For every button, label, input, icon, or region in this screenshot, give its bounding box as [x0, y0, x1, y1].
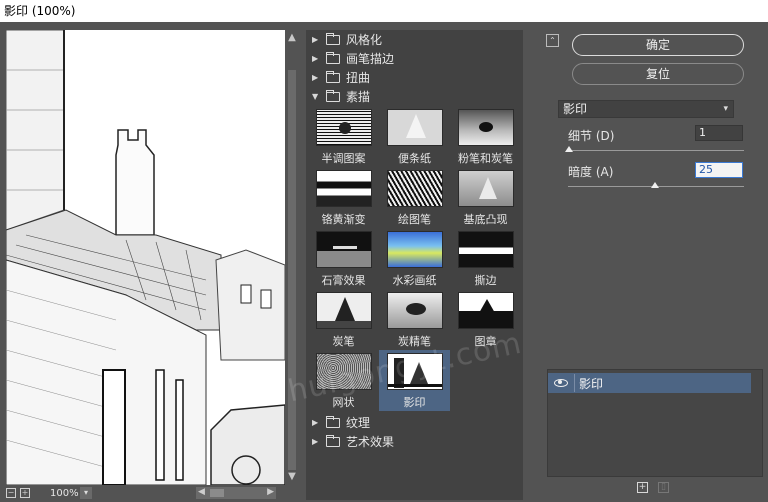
category-label: 风格化: [346, 33, 383, 47]
filter-gallery: ▶ 风格化 ▶ 画笔描边 ▶ 扭曲 ▼ 素描 半调图案 便条纸 粉笔和炭笔 铬黄…: [306, 30, 523, 500]
effect-layer-name: 影印: [579, 376, 604, 391]
category-stylize[interactable]: ▶ 风格化: [306, 30, 523, 49]
thumbnail-label: 石膏效果: [321, 274, 366, 287]
scroll-right-icon[interactable]: ▶: [267, 487, 274, 497]
filter-halftone-pattern[interactable]: 半调图案: [308, 106, 379, 167]
filter-bas-relief[interactable]: 基底凸现: [450, 167, 521, 228]
folder-icon: [326, 434, 340, 447]
filter-select-value: 影印: [563, 102, 588, 116]
thumbnail-label: 铬黄渐变: [321, 213, 366, 226]
detail-input[interactable]: 1: [695, 125, 743, 141]
trash-icon[interactable]: ▯: [658, 482, 669, 493]
folder-icon: [326, 51, 340, 64]
expanded-triangle-icon: ▼: [312, 92, 319, 101]
thumbnail-label: 半调图案: [321, 152, 366, 165]
thumbnail-image: [315, 170, 372, 207]
category-artistic[interactable]: ▶ 艺术效果: [306, 432, 523, 451]
thumbnail-image: [315, 231, 372, 268]
category-texture[interactable]: ▶ 纹理: [306, 413, 523, 432]
eye-icon[interactable]: [554, 379, 568, 387]
thumbnail-image: [386, 292, 443, 329]
new-effect-layer-icon[interactable]: +: [637, 482, 648, 493]
scroll-down-icon[interactable]: ▼: [287, 471, 297, 483]
darkness-input[interactable]: 25: [695, 162, 743, 178]
scroll-left-icon[interactable]: ◀: [198, 487, 205, 497]
detail-label: 细节 (D): [568, 129, 615, 143]
preview-canvas[interactable]: [6, 30, 285, 485]
zoom-level: 100%: [50, 487, 79, 499]
gallery-scrollbar[interactable]: [523, 30, 533, 500]
window-title: 影印 (100%): [0, 0, 768, 22]
scroll-thumb[interactable]: [288, 70, 296, 470]
collapsed-triangle-icon: ▶: [312, 418, 319, 427]
zoom-in-icon[interactable]: +: [20, 488, 30, 498]
thumbnail-label: 水彩画纸: [392, 274, 437, 287]
folder-icon: [326, 32, 340, 45]
darkness-label: 暗度 (A): [568, 165, 614, 179]
filter-select[interactable]: 影印 ▾: [558, 100, 734, 118]
reset-button[interactable]: 复位: [572, 63, 744, 85]
filter-chrome[interactable]: 铬黄渐变: [308, 167, 379, 228]
darkness-slider-knob[interactable]: [651, 182, 659, 188]
category-brush-strokes[interactable]: ▶ 画笔描边: [306, 49, 523, 68]
detail-slider-track[interactable]: [568, 150, 744, 151]
folder-icon: [326, 70, 340, 83]
horizontal-scroll-thumb[interactable]: [210, 489, 224, 497]
thumbnail-image: [457, 170, 514, 207]
thumbnail-label: 绘图笔: [398, 213, 431, 226]
thumbnail-image: [386, 109, 443, 146]
zoom-out-icon[interactable]: −: [6, 488, 16, 498]
filter-plaster[interactable]: 石膏效果: [308, 228, 379, 289]
effect-layer-actions: + ▯: [637, 482, 669, 493]
thumbnail-image: [386, 170, 443, 207]
chevron-down-icon: ▾: [723, 104, 728, 114]
thumbnail-label: 粉笔和炭笔: [458, 152, 513, 165]
category-label: 艺术效果: [346, 435, 395, 449]
thumbnail-image: [315, 109, 372, 146]
filter-chalk-charcoal[interactable]: 粉笔和炭笔: [450, 106, 521, 167]
ok-button[interactable]: 确定: [572, 34, 744, 56]
thumbnail-label: 基底凸现: [463, 213, 508, 226]
open-folder-icon: [326, 89, 340, 102]
collapsed-triangle-icon: ▶: [312, 73, 319, 82]
collapsed-triangle-icon: ▶: [312, 54, 319, 63]
filter-graphic-pen[interactable]: 绘图笔: [379, 167, 450, 228]
scroll-up-icon[interactable]: ▲: [287, 32, 297, 44]
category-distort[interactable]: ▶ 扭曲: [306, 68, 523, 87]
preview-vertical-scrollbar[interactable]: ▲ ▼: [286, 30, 298, 485]
category-label: 扭曲: [346, 71, 371, 85]
collapsed-triangle-icon: ▶: [312, 437, 319, 446]
filter-note-paper[interactable]: 便条纸: [379, 106, 450, 167]
zoom-dropdown-chevron-down-icon[interactable]: ▾: [80, 487, 92, 499]
category-label: 素描: [346, 90, 371, 104]
thumbnail-image: [315, 292, 372, 329]
category-label: 画笔描边: [346, 52, 395, 66]
detail-slider-knob[interactable]: [565, 146, 573, 152]
preview-image: [6, 30, 285, 485]
filter-conte-crayon[interactable]: 炭精笔: [379, 289, 450, 350]
thumbnail-image: [457, 231, 514, 268]
thumbnail-label: 影印: [403, 396, 426, 409]
filter-water-paper[interactable]: 水彩画纸: [379, 228, 450, 289]
thumbnail-label: 炭笔: [332, 335, 355, 348]
thumbnail-label: 便条纸: [398, 152, 431, 165]
folder-icon: [326, 415, 340, 428]
category-label: 纹理: [346, 416, 371, 430]
thumbnail-image: [457, 109, 514, 146]
collapsed-triangle-icon: ▶: [312, 35, 319, 44]
preview-statusbar: − + 100% ▾ ◀ ▶: [6, 486, 298, 500]
collapse-gallery-icon[interactable]: ⌃: [546, 34, 559, 47]
thumbnail-label: 撕边: [474, 274, 497, 287]
preview-horizontal-scrollbar[interactable]: ◀ ▶: [196, 487, 276, 499]
category-sketch[interactable]: ▼ 素描: [306, 87, 523, 106]
effect-layer-row[interactable]: 影印: [548, 373, 751, 393]
effect-layers-panel: 影印: [547, 369, 763, 477]
filter-charcoal[interactable]: 炭笔: [308, 289, 379, 350]
filter-torn-edges[interactable]: 撕边: [450, 228, 521, 289]
thumbnail-image: [386, 231, 443, 268]
layer-divider: [574, 374, 575, 392]
thumbnail-image: [457, 292, 514, 329]
